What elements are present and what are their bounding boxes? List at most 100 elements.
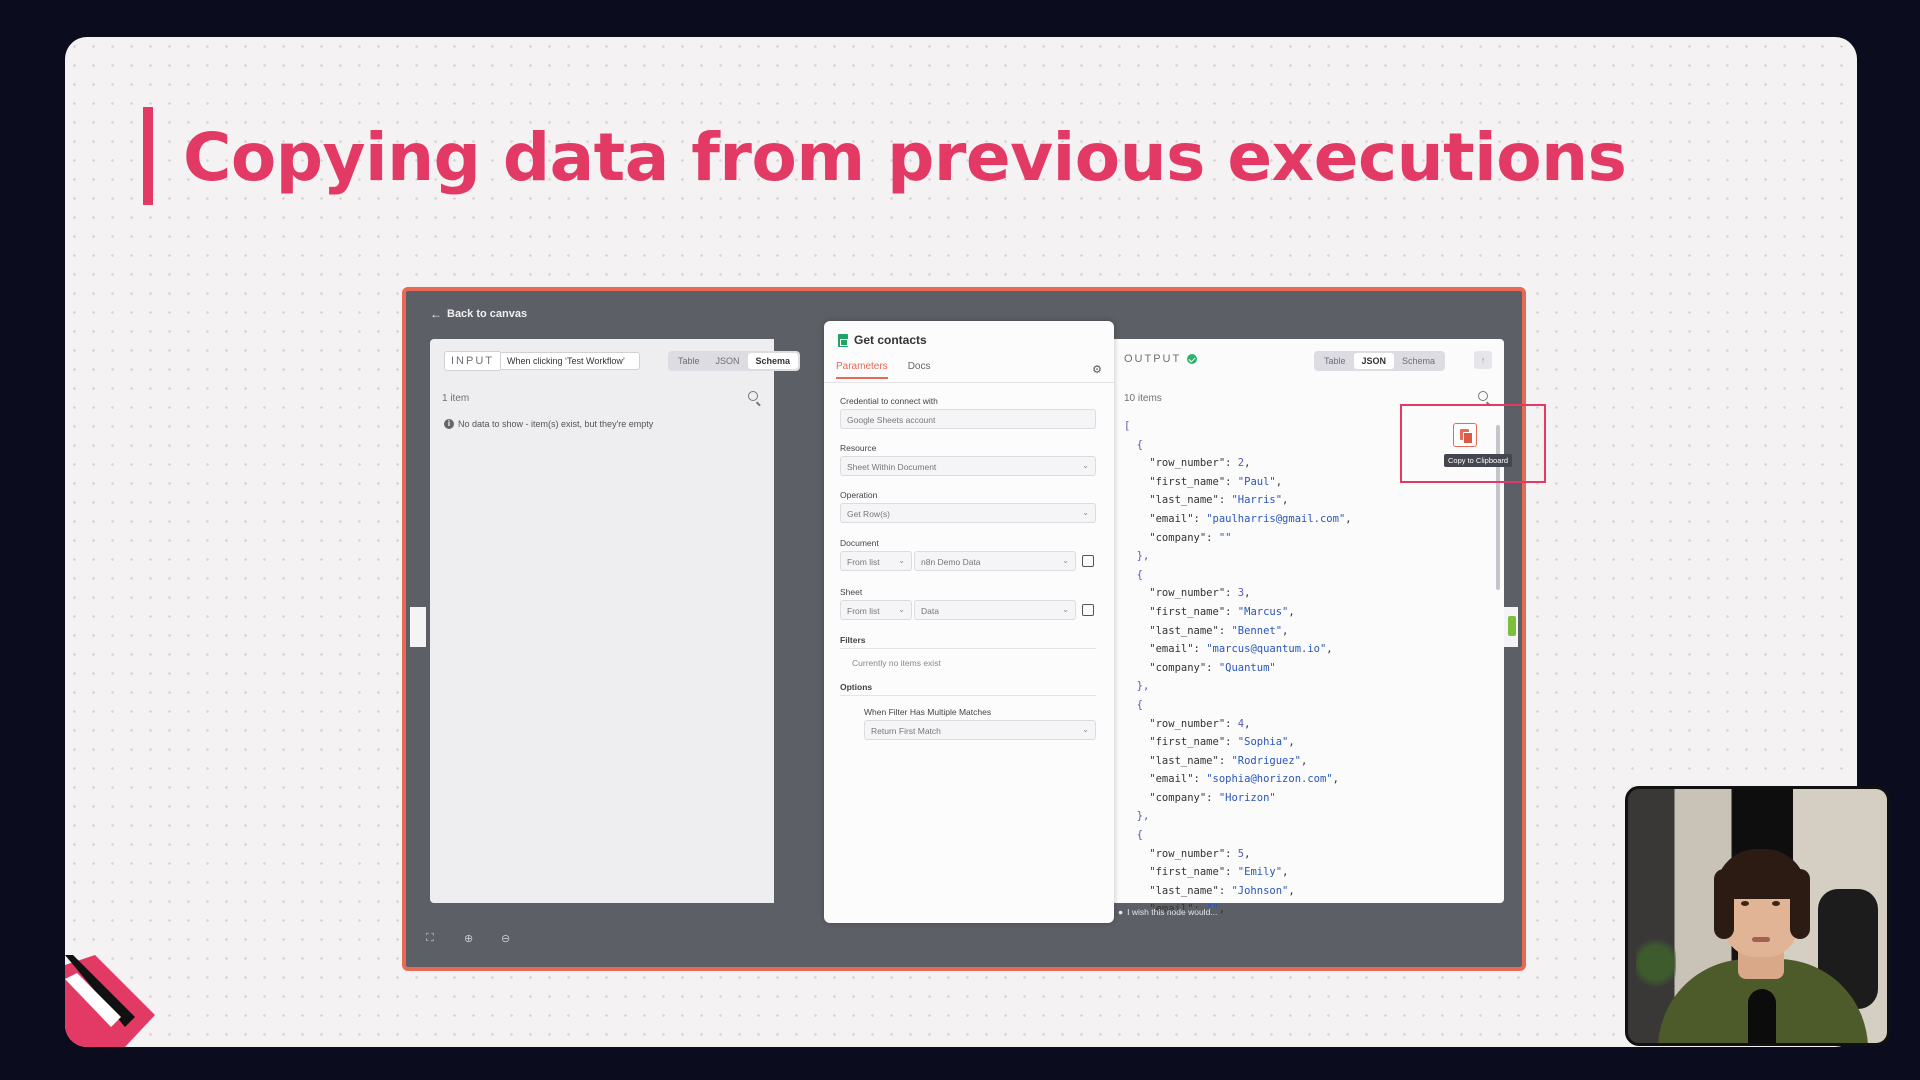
json-value: "paulharris@gmail.com" bbox=[1206, 512, 1346, 525]
hair bbox=[1790, 869, 1810, 939]
mouth bbox=[1752, 937, 1770, 942]
json-key: "last_name": bbox=[1124, 754, 1232, 767]
json-value: "Rodriguez" bbox=[1231, 754, 1302, 767]
chevron-down-icon: ⌄ bbox=[1062, 605, 1069, 614]
chevron-down-icon: ⌄ bbox=[1082, 725, 1089, 734]
corner-logo-icon bbox=[65, 955, 155, 1047]
zoom-out-icon[interactable]: ⊖ bbox=[501, 932, 510, 945]
copy-to-clipboard-button[interactable] bbox=[1453, 423, 1477, 447]
multi-match-select[interactable]: Return First Match ⌄ bbox=[864, 720, 1096, 740]
chevron-down-icon: ⌄ bbox=[898, 556, 905, 565]
sheet-label: Sheet bbox=[840, 587, 863, 597]
document-mode-value: From list bbox=[847, 557, 880, 567]
output-view-schema[interactable]: Schema bbox=[1394, 353, 1443, 369]
webcam-presenter bbox=[1625, 786, 1890, 1046]
plant bbox=[1636, 939, 1676, 999]
input-view-schema[interactable]: Schema bbox=[747, 353, 799, 369]
json-key: "first_name": bbox=[1124, 736, 1238, 749]
document-select[interactable]: n8n Demo Data ⌄ bbox=[914, 551, 1076, 571]
json-brace: { bbox=[1124, 698, 1143, 711]
options-divider bbox=[840, 695, 1096, 696]
chevron-down-icon: ⌄ bbox=[1082, 508, 1089, 517]
json-value: "Horizon" bbox=[1218, 791, 1276, 804]
json-brace: }, bbox=[1124, 810, 1150, 823]
resource-value: Sheet Within Document bbox=[847, 462, 937, 472]
sheet-mode-select[interactable]: From list ⌄ bbox=[840, 600, 912, 620]
credential-select[interactable]: Google Sheets account bbox=[840, 409, 1096, 429]
output-label: OUTPUT bbox=[1124, 353, 1182, 365]
json-brace: { bbox=[1124, 438, 1143, 451]
json-key: "row_number": bbox=[1124, 847, 1238, 860]
node-parameters-panel: Get contacts Parameters Docs ⚙ Credentia… bbox=[824, 321, 1114, 923]
sheet-select[interactable]: Data ⌄ bbox=[914, 600, 1076, 620]
output-view-table[interactable]: Table bbox=[1316, 353, 1354, 369]
json-key: "last_name": bbox=[1124, 884, 1232, 897]
json-value: "Quantum" bbox=[1218, 661, 1276, 674]
success-check-icon bbox=[1187, 354, 1198, 364]
multi-match-value: Return First Match bbox=[871, 726, 941, 736]
operation-value: Get Row(s) bbox=[847, 509, 890, 519]
credential-value: Google Sheets account bbox=[847, 415, 936, 425]
json-value: 5 bbox=[1237, 847, 1245, 860]
json-key: "email": bbox=[1124, 773, 1207, 786]
json-value: "Emily" bbox=[1237, 866, 1283, 879]
search-icon[interactable] bbox=[748, 391, 758, 401]
title-accent-bar bbox=[143, 107, 153, 205]
input-label: INPUT bbox=[444, 351, 500, 371]
eye bbox=[1741, 901, 1749, 906]
resource-select[interactable]: Sheet Within Document ⌄ bbox=[840, 456, 1096, 476]
json-key: "email": bbox=[1124, 643, 1207, 656]
json-key: "last_name": bbox=[1124, 624, 1232, 637]
zoom-in-icon[interactable]: ⊕ bbox=[464, 932, 473, 945]
json-value: "Paul" bbox=[1237, 475, 1276, 488]
feedback-text: I wish this node would... bbox=[1127, 907, 1218, 917]
output-item-count: 10 items bbox=[1124, 393, 1162, 404]
input-item-count: 1 item bbox=[442, 393, 470, 404]
filters-divider bbox=[840, 648, 1096, 649]
feedback-prompt[interactable]: ● I wish this node would... bbox=[1118, 907, 1217, 917]
gear-icon[interactable]: ⚙ bbox=[1092, 363, 1102, 376]
json-value: "marcus@quantum.io" bbox=[1206, 643, 1327, 656]
credential-label: Credential to connect with bbox=[840, 396, 938, 406]
input-view-json[interactable]: JSON bbox=[708, 353, 748, 369]
slide-title: Copying data from previous executions bbox=[183, 119, 1627, 196]
node-title[interactable]: Get contacts bbox=[854, 333, 927, 347]
multi-match-label: When Filter Has Multiple Matches bbox=[864, 707, 992, 717]
operation-label: Operation bbox=[840, 490, 878, 500]
output-json-view[interactable]: [ { "row_number": 2, "first_name": "Paul… bbox=[1124, 417, 1352, 919]
document-mode-select[interactable]: From list ⌄ bbox=[840, 551, 912, 571]
copy-tooltip: Copy to Clipboard bbox=[1444, 454, 1513, 467]
left-node-handle[interactable] bbox=[410, 607, 426, 647]
info-icon: i bbox=[444, 419, 454, 429]
input-source-select[interactable]: When clicking ‘Test Workflow’ bbox=[500, 352, 640, 370]
sheet-mode-value: From list bbox=[847, 606, 880, 616]
sheet-value: Data bbox=[921, 606, 939, 616]
json-value: "Harris" bbox=[1231, 494, 1283, 507]
json-key: "email": bbox=[1124, 512, 1207, 525]
json-key: "row_number": bbox=[1124, 717, 1238, 730]
json-key: "first_name": bbox=[1124, 475, 1238, 488]
json-brace: }, bbox=[1124, 550, 1150, 563]
json-bracket: [ bbox=[1124, 420, 1131, 432]
output-view-json[interactable]: JSON bbox=[1353, 353, 1395, 369]
tab-docs[interactable]: Docs bbox=[908, 361, 931, 379]
open-external-icon[interactable] bbox=[1082, 555, 1094, 567]
document-label: Document bbox=[840, 538, 879, 548]
search-icon[interactable] bbox=[1478, 391, 1488, 401]
fit-view-icon[interactable]: ⛶ bbox=[426, 932, 434, 945]
pin-data-icon[interactable]: ↑ bbox=[1474, 351, 1492, 369]
json-value: "sophia@horizon.com" bbox=[1206, 773, 1333, 786]
json-key: "last_name": bbox=[1124, 494, 1232, 507]
output-view-switcher: Table JSON Schema bbox=[1314, 351, 1446, 371]
input-view-table[interactable]: Table bbox=[670, 353, 708, 369]
input-empty-message: i No data to show - item(s) exist, but t… bbox=[444, 419, 653, 429]
eye bbox=[1772, 901, 1780, 906]
open-external-icon[interactable] bbox=[1082, 604, 1094, 616]
json-key: "company": bbox=[1124, 531, 1219, 544]
back-to-canvas-link[interactable]: ← Back to canvas bbox=[430, 307, 527, 321]
json-key: "company": bbox=[1124, 661, 1219, 674]
json-value: "Sophia" bbox=[1237, 736, 1289, 749]
chevron-down-icon: ⌄ bbox=[1062, 556, 1069, 565]
tab-parameters[interactable]: Parameters bbox=[836, 361, 888, 379]
operation-select[interactable]: Get Row(s) ⌄ bbox=[840, 503, 1096, 523]
